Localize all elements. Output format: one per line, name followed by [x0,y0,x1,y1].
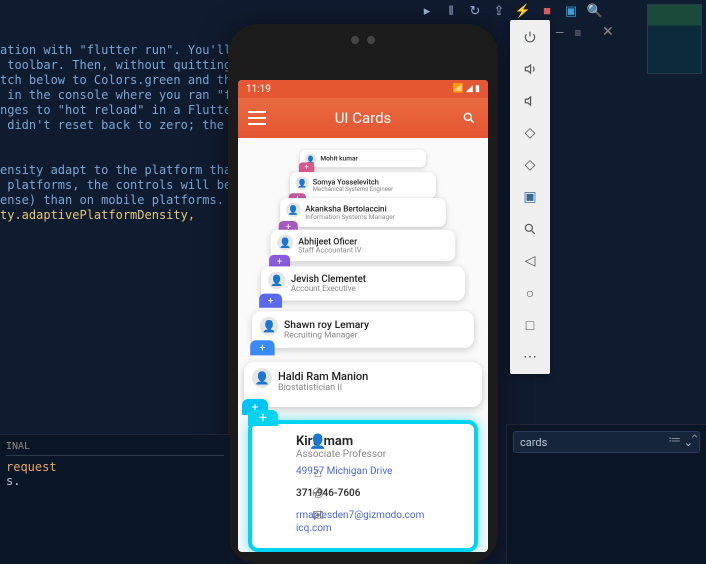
terminal-tab[interactable]: INAL [6,441,224,456]
avatar-icon: 👤 [260,317,279,336]
rotate-right-icon[interactable]: ◇ [521,156,539,174]
phone-notch [351,36,375,44]
chevron-up-icon[interactable]: ⌃ [689,433,700,448]
plus-icon[interactable]: + [248,410,278,426]
home-icon: ⌂ [308,464,328,481]
contact-card[interactable]: 👤 Mohit kumar + [300,150,426,167]
contact-card[interactable]: 👤 Akanksha Bertolaccini Information Syst… [280,198,446,227]
status-time: 11:19 [246,84,271,95]
overview-icon[interactable]: □ [521,316,539,334]
terminal-panel[interactable]: INAL request s. [0,434,230,564]
avatar-icon: 👤 [268,272,286,290]
phone-icon: ✆ [308,486,328,502]
step-over-icon[interactable]: ⇪ [492,4,506,18]
app-bar: UI Cards [238,98,488,138]
search-icon[interactable] [460,111,478,125]
phone-screen: 11:19 📶 ◢ ▮ UI Cards 👤 Mohit kumar + 👤 S… [238,80,488,552]
emulator-window-controls: — ≡ [555,26,581,40]
avatar-icon: 👤 [295,176,308,189]
devices-panel: cards ⌄ ≔ ⌃ [506,424,706,564]
status-bar: 11:19 📶 ◢ ▮ [238,80,488,98]
contact-card[interactable]: 👤 Jevish Clementet Account Executive + [261,266,465,300]
person-icon: 👤 [308,434,328,450]
list-icon[interactable]: ≔ [668,433,681,448]
zoom-icon[interactable] [521,220,539,238]
avatar-icon: 👤 [252,368,272,388]
site-link[interactable]: icq.com [296,523,332,534]
debug-start-icon[interactable]: ▸ [420,4,434,18]
more-icon[interactable]: ⋯ [521,348,539,366]
emulator-device: 11:19 📶 ◢ ▮ UI Cards 👤 Mohit kumar + 👤 S… [228,24,498,564]
mail-icon: ✉ [308,508,328,524]
minimize-icon[interactable]: — [555,26,564,40]
status-icons: 📶 ◢ ▮ [452,84,480,94]
close-icon[interactable]: ✕ [602,24,614,40]
minimap-thumbnail [647,4,702,74]
plus-icon[interactable]: + [259,294,282,308]
camera-icon[interactable]: ▣ [521,188,539,206]
app-title: UI Cards [266,109,460,127]
card-stack[interactable]: 👤 Mohit kumar + 👤 Somya Yosselevitch Mec… [238,138,488,552]
devtools-icon[interactable]: ▣ [564,4,578,18]
back-icon[interactable]: ◁ [521,252,539,270]
contact-card-expanded[interactable]: + 👤 Kirti mam Associate Professor ⌂ 4995… [248,420,478,552]
hot-reload-icon[interactable]: ⚡ [516,4,530,18]
power-icon[interactable] [521,28,539,46]
stop-icon[interactable]: ■ [540,4,554,18]
pause-icon[interactable]: ‖ [444,4,458,18]
restart-icon[interactable]: ↻ [468,4,482,18]
avatar-icon: 👤 [286,203,301,218]
contact-card[interactable]: 👤 Haldi Ram Manion Biostatistician II + [244,362,482,407]
emulator-toolbar: ◇ ◇ ▣ ◁ ○ □ ⋯ [510,20,550,374]
volume-up-icon[interactable] [521,60,539,78]
contact-card[interactable]: 👤 Somya Yosselevitch Mechanical Systems … [290,172,436,198]
contact-card[interactable]: 👤 Abhijeet Oficer Staff Accountant IV + [271,230,456,262]
plus-icon[interactable]: + [299,162,315,172]
hamburger-icon[interactable] [248,111,266,125]
editor-code: ation with "flutter run". You'll se tool… [0,28,230,223]
ide-toolbar: ▸ ‖ ↻ ⇪ ⚡ ■ ▣ 🔍 [420,4,602,18]
menu-icon[interactable]: ≡ [574,26,581,40]
rotate-left-icon[interactable]: ◇ [521,124,539,142]
plus-icon[interactable]: + [250,340,274,355]
contact-card[interactable]: 👤 Shawn roy Lemary Recruiting Manager + [252,311,474,348]
inspector-icon[interactable]: 🔍 [588,4,602,18]
home-nav-icon[interactable]: ○ [521,284,539,302]
phone-number[interactable]: 371-946-7606 [296,488,360,499]
volume-down-icon[interactable] [521,92,539,110]
avatar-icon: 👤 [277,235,293,251]
